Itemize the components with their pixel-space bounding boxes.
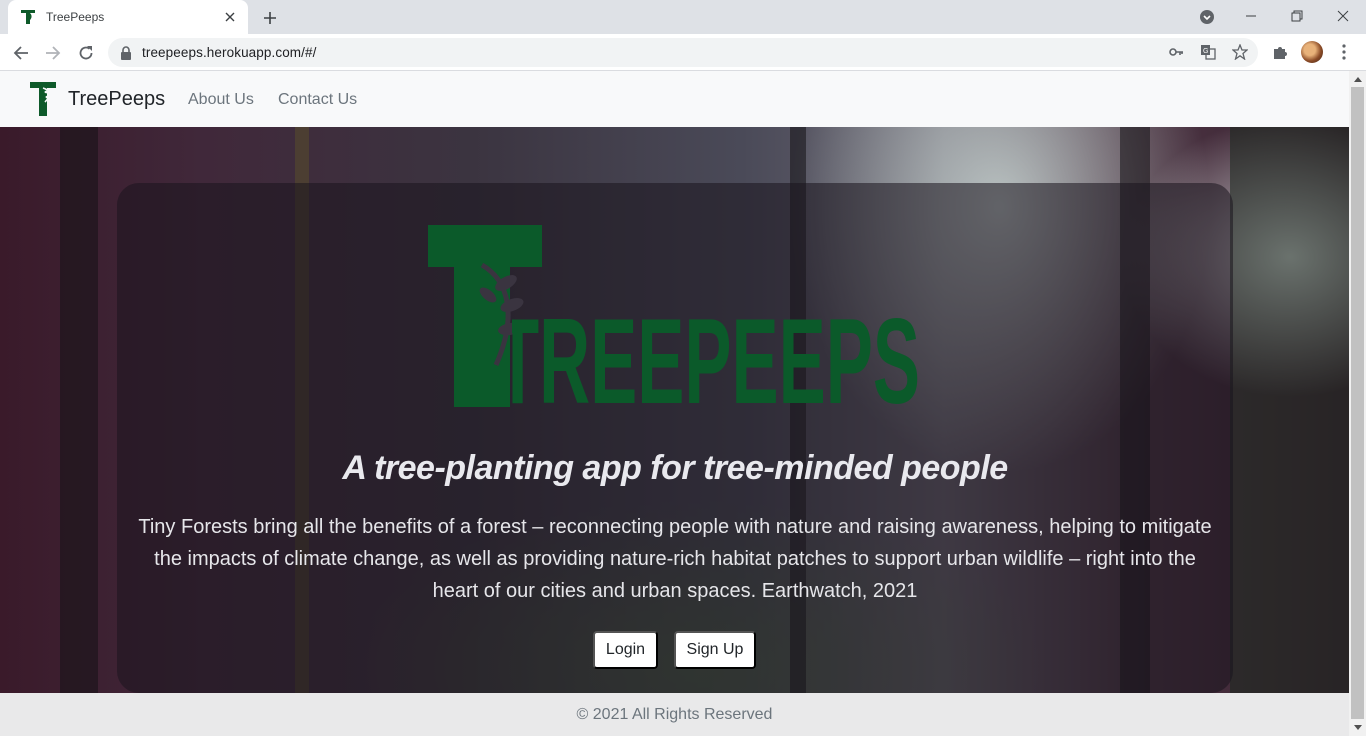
hero-quote: Tiny Forests bring all the benefits of a… <box>138 516 1212 602</box>
address-bar[interactable]: treepeeps.herokuapp.com/#/ <box>108 38 1258 67</box>
browser-tab[interactable]: TreePeeps <box>8 0 248 34</box>
brand-name[interactable]: TreePeeps <box>68 88 165 111</box>
key-icon[interactable] <box>1166 42 1186 62</box>
bookmark-star-icon[interactable] <box>1230 42 1250 62</box>
forest-foliage <box>1230 127 1349 693</box>
menu-kebab-icon[interactable] <box>1334 42 1354 62</box>
close-window-icon[interactable] <box>1320 0 1366 32</box>
new-tab-icon[interactable] <box>258 6 282 30</box>
profile-avatar[interactable] <box>1301 41 1323 63</box>
treepeeps-hero-logo: TREEPEEPS <box>428 225 920 407</box>
hero-logo-text: TREEPEEPS <box>496 293 920 407</box>
copyright-text: © 2021 All Rights Reserved <box>576 705 773 723</box>
restore-icon[interactable] <box>1274 0 1320 32</box>
tab-title: TreePeeps <box>46 10 105 24</box>
signup-button[interactable]: Sign Up <box>674 631 756 669</box>
site-footer: © 2021 All Rights Reserved <box>0 693 1349 736</box>
url-text: treepeeps.herokuapp.com/#/ <box>142 45 317 60</box>
scrollbar-thumb[interactable] <box>1351 87 1364 719</box>
hero-section: TREEPEEPS A tree-planting app for tree-m… <box>0 127 1349 693</box>
translate-icon[interactable]: G <box>1198 42 1218 62</box>
scroll-up-arrow-icon[interactable] <box>1349 71 1366 87</box>
scroll-down-arrow-icon[interactable] <box>1349 720 1366 736</box>
nav-link-about-us[interactable]: About Us <box>188 91 254 109</box>
forward-arrow-icon[interactable] <box>39 39 67 67</box>
treepeeps-logo-icon[interactable] <box>30 82 56 116</box>
browser-toolbar: treepeeps.herokuapp.com/#/ G <box>0 34 1366 71</box>
browser-tabstrip: TreePeeps <box>0 0 1366 34</box>
forest-tree-trunk <box>60 127 98 693</box>
back-arrow-icon[interactable] <box>7 39 35 67</box>
minimize-icon[interactable] <box>1228 0 1274 32</box>
reload-icon[interactable] <box>72 39 100 67</box>
site-navbar: TreePeeps About Us Contact Us <box>0 71 1349 127</box>
tab-search-icon[interactable] <box>1196 6 1218 28</box>
login-button[interactable]: Login <box>593 631 658 669</box>
extensions-puzzle-icon[interactable] <box>1270 42 1290 62</box>
treepeeps-favicon-icon <box>21 10 35 24</box>
hero-tagline: A tree-planting app for tree-minded peop… <box>342 449 1008 487</box>
page-viewport: TreePeeps About Us Contact Us TREEPEEPS … <box>0 71 1349 736</box>
page-scrollbar[interactable] <box>1349 71 1366 736</box>
nav-link-contact-us[interactable]: Contact Us <box>278 91 357 109</box>
close-tab-icon[interactable] <box>222 9 238 25</box>
svg-text:G: G <box>1203 48 1208 55</box>
lock-icon <box>121 45 131 60</box>
